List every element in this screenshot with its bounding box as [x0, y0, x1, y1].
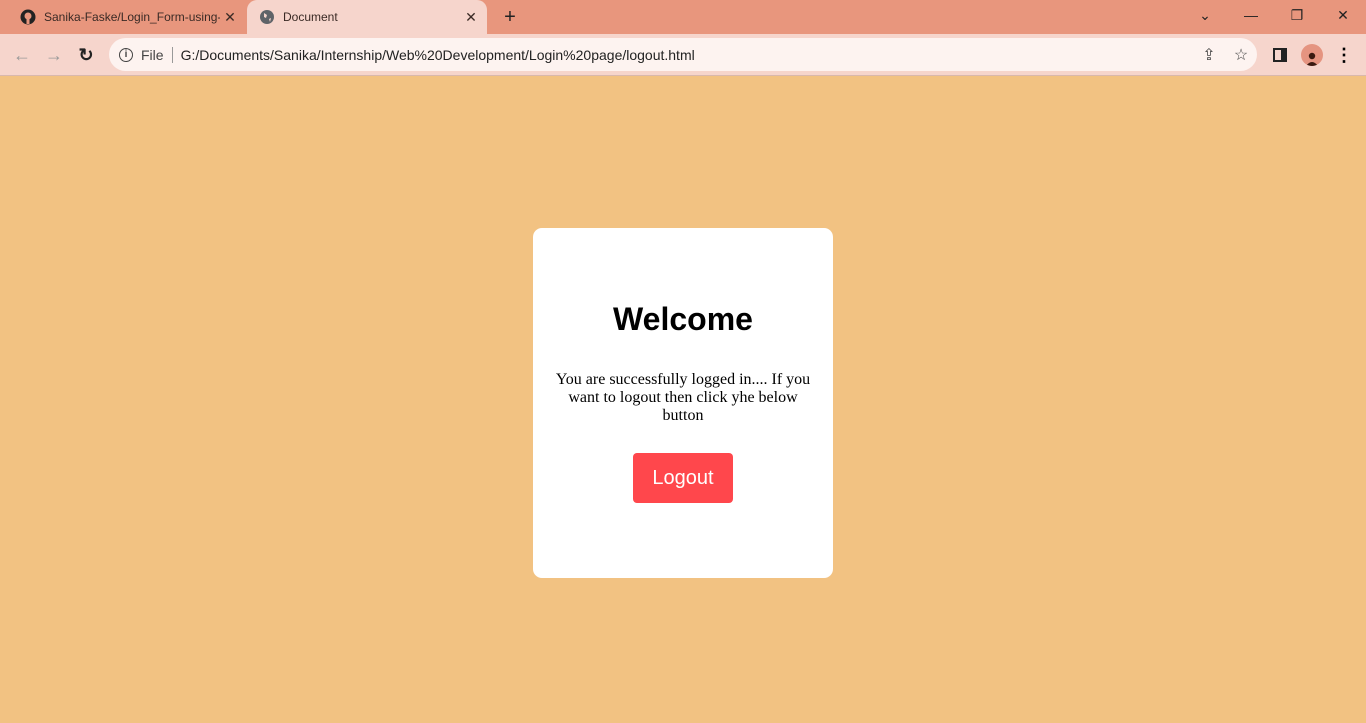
browser-toolbar: ← → ↻ i File G:/Documents/Sanika/Interns… [0, 34, 1366, 76]
side-panel-icon[interactable] [1268, 43, 1292, 67]
address-bar[interactable]: i File G:/Documents/Sanika/Internship/We… [109, 38, 1257, 71]
new-tab-button[interactable]: + [498, 5, 522, 29]
logout-button[interactable]: Logout [633, 453, 733, 503]
back-button[interactable]: ← [10, 43, 34, 67]
share-icon[interactable]: ⇪ [1193, 45, 1225, 65]
github-icon [20, 9, 36, 25]
bookmark-star-icon[interactable]: ☆ [1225, 45, 1257, 65]
page-title: Welcome [613, 301, 753, 337]
profile-avatar[interactable] [1300, 43, 1324, 67]
close-window-button[interactable]: ✕ [1320, 0, 1366, 30]
divider [171, 46, 173, 63]
tab-document[interactable]: Document ✕ [247, 0, 487, 34]
logged-in-message: You are successfully logged in.... If yo… [555, 371, 811, 424]
tab-bar: Sanika-Faske/Login_Form-using- ✕ Documen… [0, 0, 1366, 34]
tab-search-chevron-icon[interactable]: ⌄ [1182, 0, 1228, 30]
url-text[interactable]: G:/Documents/Sanika/Internship/Web%20Dev… [181, 47, 1193, 63]
info-icon[interactable]: i [119, 47, 133, 62]
menu-kebab-icon[interactable]: ⋮ [1332, 43, 1356, 67]
restore-button[interactable]: ❐ [1274, 0, 1320, 30]
tab-title: Document [283, 10, 338, 24]
welcome-card: Welcome You are successfully logged in..… [533, 228, 833, 578]
forward-button[interactable]: → [42, 43, 66, 67]
scheme-label: File [141, 46, 164, 63]
close-tab-icon[interactable]: ✕ [220, 9, 240, 26]
reload-button[interactable]: ↻ [74, 43, 98, 67]
globe-icon [259, 9, 275, 25]
minimize-button[interactable]: — [1228, 0, 1274, 30]
close-tab-icon[interactable]: ✕ [461, 9, 481, 26]
tab-github[interactable]: Sanika-Faske/Login_Form-using- ✕ [8, 0, 246, 34]
tab-title: Sanika-Faske/Login_Form-using- [44, 10, 220, 24]
